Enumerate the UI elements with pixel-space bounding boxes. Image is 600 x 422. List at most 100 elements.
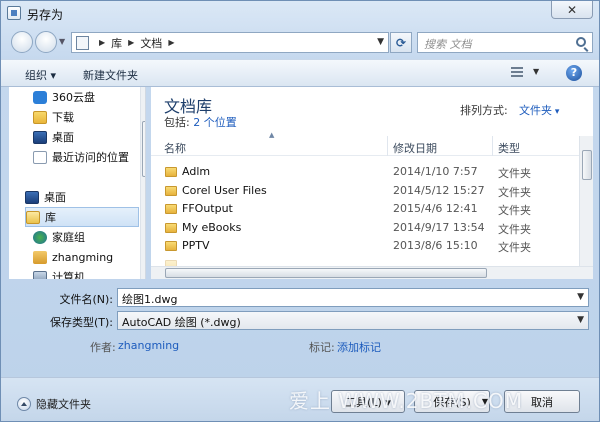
sidebar-item-label: 桌面 xyxy=(52,131,74,144)
horizontal-scrollbar-thumb[interactable] xyxy=(165,268,487,278)
address-row: ▼ ▶ 库 ▶ 文档 ▶ ▼ ⟳ 搜索 文档 xyxy=(1,25,599,59)
sidebar-item-downloads[interactable]: 下载 xyxy=(33,107,133,127)
navigation-scrollbar-thumb[interactable] xyxy=(142,121,145,177)
sidebar-item-desktop-favorite[interactable]: 桌面 xyxy=(33,127,133,147)
save-type-value: AutoCAD 绘图 (*.dwg) xyxy=(122,316,241,329)
homegroup-icon xyxy=(33,230,47,244)
file-date: 2015/4/6 12:41 xyxy=(393,202,478,215)
folder-icon xyxy=(33,110,47,124)
navigation-scrollbar[interactable] xyxy=(140,87,145,279)
library-includes-label: 包括: xyxy=(164,116,190,129)
file-row[interactable]: My eBooks 2014/9/17 13:54 文件夹 xyxy=(151,219,581,238)
search-icon xyxy=(576,37,586,47)
sidebar-item-desktop[interactable]: 桌面 xyxy=(25,187,133,207)
filename-dropdown-icon[interactable]: ▼ xyxy=(577,292,584,302)
file-list-scrollbar-thumb[interactable] xyxy=(582,150,592,180)
file-list-scrollbar[interactable] xyxy=(579,136,593,266)
sidebar-item-label: 桌面 xyxy=(44,191,66,204)
site-watermark: 爱上 WWW.2BTM.COM xyxy=(289,389,523,413)
folder-icon xyxy=(165,223,177,233)
hide-folders-button[interactable]: 隐藏文件夹 xyxy=(17,396,91,412)
file-pane: 文档库 包括: 2 个位置 排列方式: 文件夹 ▲ 名称 修改日期 类型 Adl… xyxy=(151,87,593,279)
location-icon xyxy=(76,35,89,50)
add-tags-link[interactable]: 添加标记 xyxy=(337,339,381,355)
back-button[interactable] xyxy=(11,31,33,53)
save-type-select[interactable]: AutoCAD 绘图 (*.dwg) ▼ xyxy=(117,311,589,330)
save-type-dropdown-icon[interactable]: ▼ xyxy=(577,315,584,325)
window-title: 另存为 xyxy=(27,8,64,22)
file-row-partial[interactable] xyxy=(151,256,581,266)
breadcrumb: ▶ 库 ▶ 文档 ▶ xyxy=(93,35,180,51)
computer-icon xyxy=(33,270,47,279)
refresh-button[interactable]: ⟳ xyxy=(390,32,412,53)
column-header-date-modified[interactable]: 修改日期 xyxy=(393,140,437,156)
sidebar-item-label: 计算机 xyxy=(52,271,85,279)
breadcrumb-documents[interactable]: 文档 xyxy=(140,35,162,51)
file-row[interactable]: PPTV 2013/8/6 15:10 文件夹 xyxy=(151,237,581,256)
column-header-type[interactable]: 类型 xyxy=(498,140,520,156)
new-folder-button[interactable]: 新建文件夹 xyxy=(83,67,138,83)
sidebar-item-label: 家庭组 xyxy=(52,231,85,244)
sidebar-item-computer[interactable]: 计算机 xyxy=(33,267,133,279)
breadcrumb-library[interactable]: 库 xyxy=(111,35,122,51)
author-value[interactable]: zhangming xyxy=(118,339,179,352)
file-name: Adlm xyxy=(182,165,211,178)
file-row[interactable]: Adlm 2014/1/10 7:57 文件夹 xyxy=(151,163,581,182)
file-type: 文件夹 xyxy=(498,186,531,199)
address-bar[interactable]: ▶ 库 ▶ 文档 ▶ ▼ xyxy=(71,32,389,53)
search-input[interactable]: 搜索 文档 xyxy=(417,32,593,53)
file-row[interactable]: Corel User Files 2014/5/12 15:27 文件夹 xyxy=(151,182,581,201)
organize-button[interactable]: 组织 ▾ xyxy=(25,67,56,83)
desktop-icon xyxy=(25,190,39,204)
folder-icon xyxy=(165,186,177,196)
file-date: 2013/8/6 15:10 xyxy=(393,239,478,252)
file-name: FFOutput xyxy=(182,202,233,215)
column-divider[interactable] xyxy=(387,136,388,156)
file-name: Corel User Files xyxy=(182,184,267,197)
file-date: 2014/5/12 15:27 xyxy=(393,184,485,197)
sidebar-item-360-cloud[interactable]: 360云盘 xyxy=(33,87,133,107)
view-options-dropdown-icon[interactable]: ▼ xyxy=(533,67,539,76)
user-folder-icon xyxy=(33,250,47,264)
close-button[interactable]: ✕ xyxy=(551,1,593,19)
cloud-icon xyxy=(33,90,47,104)
library-locations-link[interactable]: 2 个位置 xyxy=(193,116,237,129)
sidebar-item-homegroup[interactable]: 家庭组 xyxy=(33,227,133,247)
column-header-name[interactable]: 名称 xyxy=(164,140,186,156)
change-view-icon[interactable] xyxy=(511,67,523,79)
address-dropdown-icon[interactable]: ▼ xyxy=(377,37,384,47)
folder-icon xyxy=(165,204,177,214)
sidebar-item-recent-places[interactable]: 最近访问的位置 xyxy=(33,147,137,167)
sidebar-item-label: zhangming xyxy=(52,250,114,264)
arrange-by-label: 排列方式: xyxy=(460,104,508,117)
help-icon[interactable]: ? xyxy=(566,65,582,81)
breadcrumb-separator-icon[interactable]: ▶ xyxy=(99,38,105,47)
sidebar-item-libraries[interactable]: 库 xyxy=(25,207,139,227)
file-type: 文件夹 xyxy=(498,204,531,217)
library-includes: 包括: 2 个位置 xyxy=(164,114,237,130)
breadcrumb-separator-icon[interactable]: ▶ xyxy=(168,38,174,47)
author-label: 作者: xyxy=(90,341,116,354)
file-name: PPTV xyxy=(182,239,210,252)
filename-label: 文件名(N): xyxy=(59,293,113,306)
forward-button[interactable] xyxy=(35,31,57,53)
file-type: 文件夹 xyxy=(498,241,531,254)
refresh-icon: ⟳ xyxy=(395,35,407,50)
arrange-by-dropdown[interactable]: 文件夹 xyxy=(519,102,559,118)
breadcrumb-separator-icon[interactable]: ▶ xyxy=(128,38,134,47)
folder-icon xyxy=(165,241,177,251)
desktop-icon xyxy=(33,130,47,144)
sidebar-item-user-folder[interactable]: zhangming xyxy=(33,247,133,267)
sidebar-item-label: 库 xyxy=(45,211,56,224)
filename-input[interactable]: 绘图1.dwg ▼ xyxy=(117,288,589,307)
file-type: 文件夹 xyxy=(498,223,531,236)
tags-label: 标记: xyxy=(309,341,335,354)
horizontal-scrollbar[interactable] xyxy=(151,266,593,279)
library-icon xyxy=(26,210,40,224)
sidebar-item-label: 360云盘 xyxy=(52,91,95,104)
column-divider[interactable] xyxy=(492,136,493,156)
collapse-icon xyxy=(17,397,31,411)
recent-locations-dropdown[interactable]: ▼ xyxy=(59,37,65,46)
file-date: 2014/1/10 7:57 xyxy=(393,165,478,178)
file-row[interactable]: FFOutput 2015/4/6 12:41 文件夹 xyxy=(151,200,581,219)
